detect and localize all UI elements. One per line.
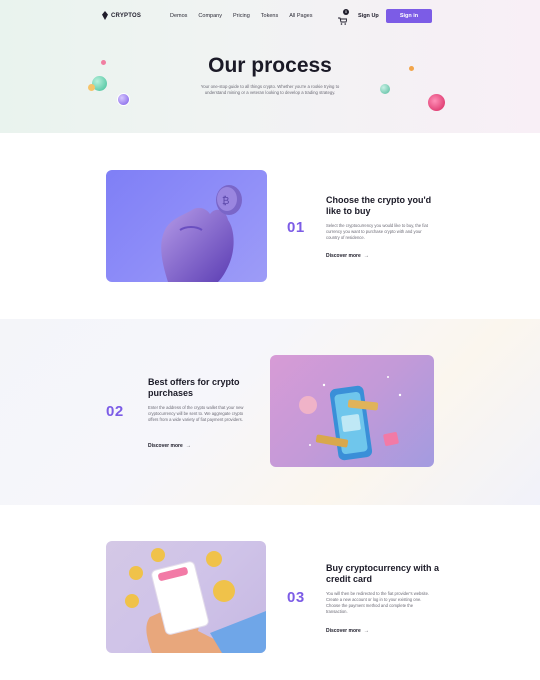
step-description: Enter the address of the crypto wallet t… bbox=[148, 405, 244, 422]
sign-in-button[interactable]: Sign in bbox=[386, 9, 432, 23]
nav-link-tokens[interactable]: Tokens bbox=[261, 13, 278, 19]
step-number: 03 bbox=[287, 589, 305, 606]
discover-more-label: Discover more bbox=[326, 628, 361, 634]
brand-logo[interactable]: CRYPTOS bbox=[102, 11, 141, 20]
step-title: Best offers for crypto purchases bbox=[148, 377, 240, 398]
step-section-1: ₿ 01 Choose the crypto you'd like to buy… bbox=[0, 133, 540, 319]
step-section-2: 02 Best offers for crypto purchases Ente… bbox=[0, 319, 540, 505]
top-nav: CRYPTOS Demos Company Pricing Tokens All… bbox=[0, 0, 540, 32]
coin-icon bbox=[409, 66, 414, 71]
step-description: Select the cryptocurrency you would like… bbox=[326, 223, 428, 240]
coin-icon bbox=[428, 94, 445, 111]
svg-text:₿: ₿ bbox=[222, 195, 229, 207]
coin-icon bbox=[88, 84, 95, 91]
page-subtitle: Your one-stop guide to all things crypto… bbox=[200, 84, 340, 95]
arrow-right-icon: → bbox=[185, 443, 191, 449]
phone-wallet-image bbox=[270, 355, 434, 467]
arrow-right-icon: → bbox=[363, 253, 369, 259]
logo-icon bbox=[102, 11, 108, 20]
discover-more-link[interactable]: Discover more → bbox=[326, 628, 369, 634]
sign-up-link[interactable]: Sign Up bbox=[358, 13, 379, 19]
step-description: You will then be redirected to the fiat … bbox=[326, 591, 430, 614]
discover-more-link[interactable]: Discover more → bbox=[326, 253, 369, 259]
hero-section: CRYPTOS Demos Company Pricing Tokens All… bbox=[0, 0, 540, 133]
discover-more-label: Discover more bbox=[148, 443, 183, 449]
nav-link-all-pages[interactable]: All Pages bbox=[289, 13, 312, 19]
step-title: Choose the crypto you'd like to buy bbox=[326, 195, 432, 216]
nav-link-demos[interactable]: Demos bbox=[170, 13, 187, 19]
hand-coin-image: ₿ bbox=[106, 170, 267, 282]
nav-links: Demos Company Pricing Tokens All Pages bbox=[170, 13, 312, 19]
step-section-3: 03 Buy cryptocurrency with a credit card… bbox=[0, 505, 540, 680]
step-number: 01 bbox=[287, 219, 305, 236]
arrow-right-icon: → bbox=[363, 628, 369, 634]
nav-link-pricing[interactable]: Pricing bbox=[233, 13, 250, 19]
nav-link-company[interactable]: Company bbox=[198, 13, 222, 19]
page-title: Our process bbox=[208, 54, 332, 77]
step-number: 02 bbox=[106, 403, 124, 420]
brand-name: CRYPTOS bbox=[111, 12, 142, 19]
coin-icon bbox=[380, 84, 390, 94]
coin-icon bbox=[117, 93, 130, 106]
coin-icon bbox=[101, 60, 106, 65]
cart-count-badge: 0 bbox=[343, 9, 349, 15]
credit-card-image bbox=[106, 541, 266, 653]
discover-more-label: Discover more bbox=[326, 253, 361, 259]
step-title: Buy cryptocurrency with a credit card bbox=[326, 563, 440, 584]
discover-more-link[interactable]: Discover more → bbox=[148, 443, 191, 449]
